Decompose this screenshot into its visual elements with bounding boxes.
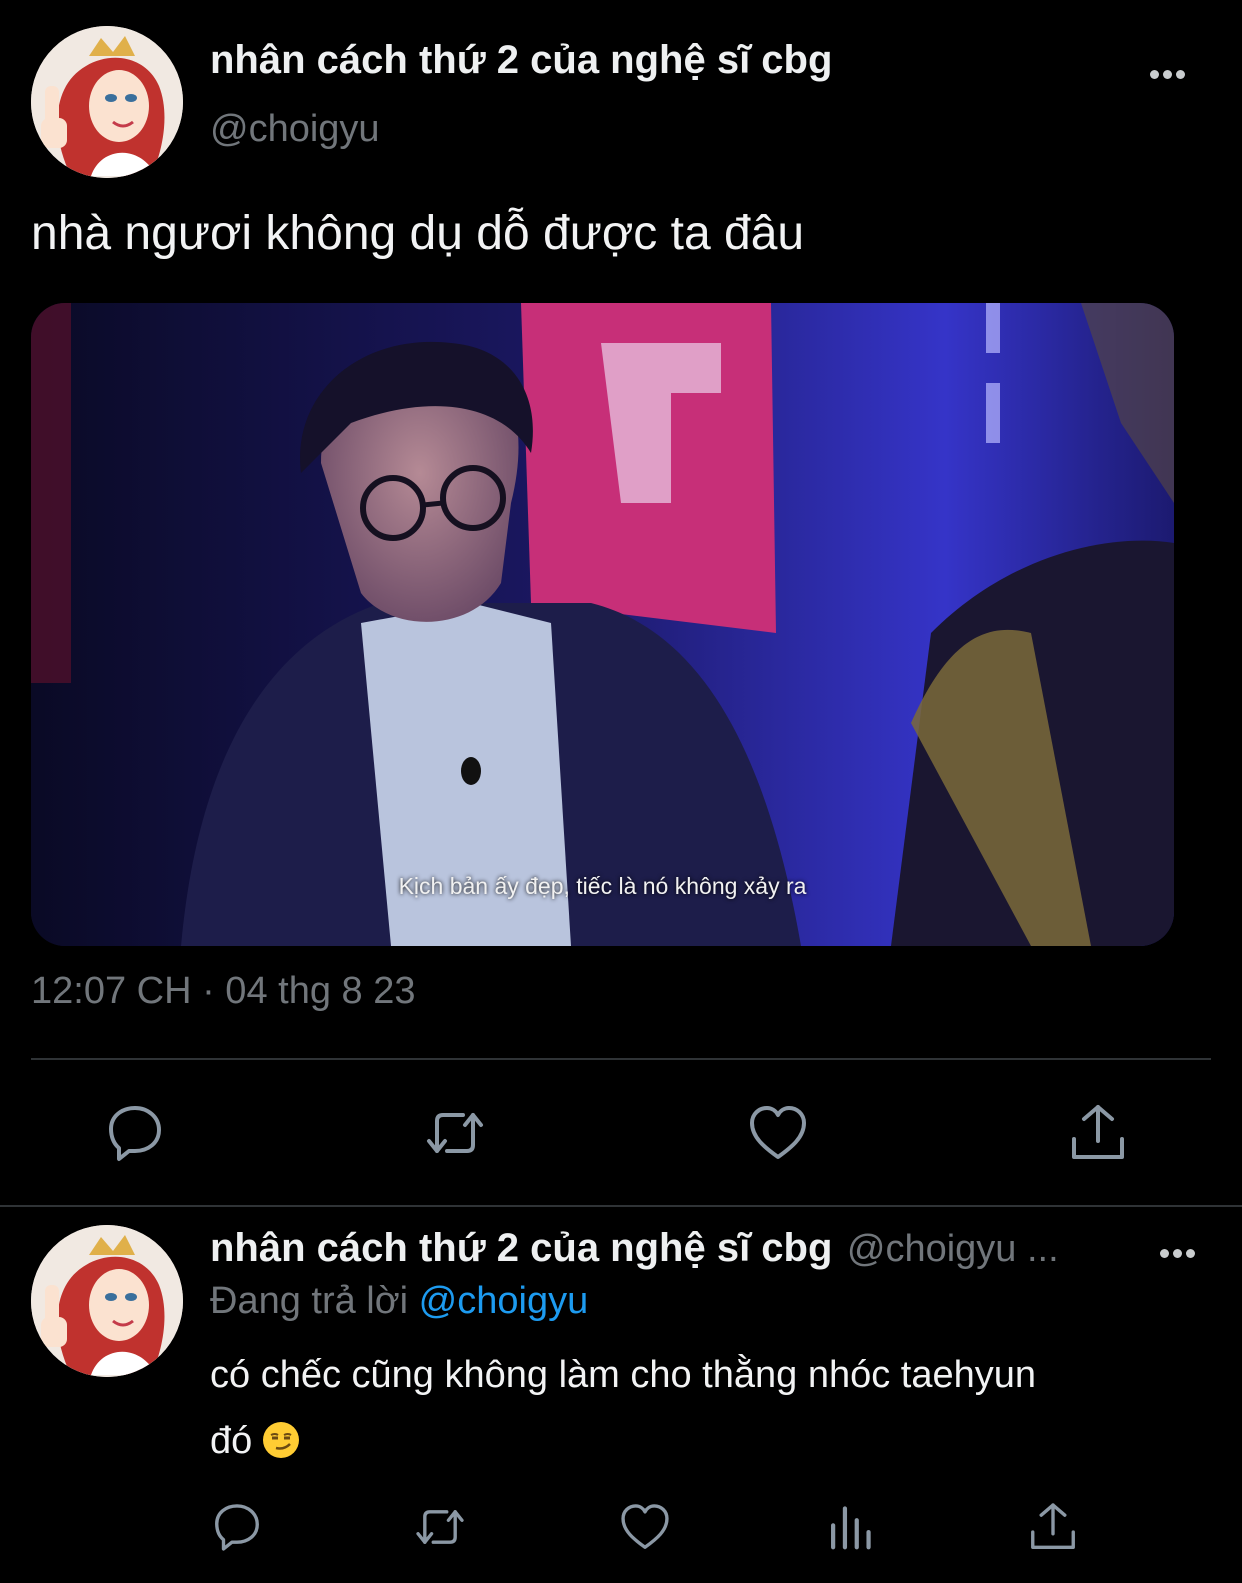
media-caption: Kịch bản ấy đẹp, tiếc là nó không xảy ra bbox=[398, 873, 807, 899]
replying-to: Đang trả lời @choigyu bbox=[210, 1280, 588, 1323]
divider bbox=[0, 1205, 1242, 1207]
mention-link[interactable]: @choigyu bbox=[419, 1280, 589, 1322]
reply-header: nhân cách thứ 2 của nghệ sĩ cbg @choigyu… bbox=[210, 1226, 1059, 1271]
reply-more-options-icon[interactable] bbox=[1160, 1245, 1204, 1261]
timestamp[interactable]: 12:07 CH · 04 thg 8 23 bbox=[31, 970, 415, 1013]
smirking-face-emoji-icon bbox=[262, 1414, 300, 1458]
views-icon[interactable] bbox=[823, 1500, 877, 1554]
like-icon[interactable] bbox=[618, 1500, 672, 1554]
reply-icon[interactable] bbox=[210, 1500, 264, 1554]
reply-text-line-2: đó bbox=[210, 1408, 1036, 1474]
retweet-icon[interactable] bbox=[423, 1101, 487, 1165]
username-handle[interactable]: @choigyu bbox=[210, 108, 380, 151]
tweet-text: nhà ngươi không dụ dỗ được ta đâu bbox=[31, 207, 805, 260]
avatar-image bbox=[31, 26, 183, 178]
reply-icon[interactable] bbox=[103, 1101, 167, 1165]
tweet-media[interactable]: Kịch bản ấy đẹp, tiếc là nó không xảy ra bbox=[31, 303, 1174, 946]
reply-text: có chếc cũng không làm cho thằng nhóc ta… bbox=[210, 1342, 1036, 1474]
more-options-icon[interactable] bbox=[1150, 66, 1194, 82]
reply-username-handle[interactable]: @choigyu ... bbox=[847, 1228, 1059, 1270]
reply-text-line: có chếc cũng không làm cho thằng nhóc ta… bbox=[210, 1354, 1037, 1396]
like-icon[interactable] bbox=[746, 1101, 810, 1165]
divider bbox=[31, 1058, 1211, 1060]
share-icon[interactable] bbox=[1026, 1500, 1080, 1554]
reply-display-name[interactable]: nhân cách thứ 2 của nghệ sĩ cbg bbox=[210, 1226, 832, 1270]
reply-avatar[interactable] bbox=[31, 1225, 183, 1377]
retweet-icon[interactable] bbox=[413, 1500, 467, 1554]
display-name[interactable]: nhân cách thứ 2 của nghệ sĩ cbg bbox=[210, 38, 832, 83]
media-image bbox=[31, 303, 1174, 946]
reply-text-line: đó bbox=[210, 1420, 253, 1462]
avatar-image bbox=[31, 1225, 183, 1377]
avatar[interactable] bbox=[31, 26, 183, 178]
share-icon[interactable] bbox=[1066, 1101, 1130, 1165]
replying-prefix: Đang trả lời bbox=[210, 1280, 409, 1322]
